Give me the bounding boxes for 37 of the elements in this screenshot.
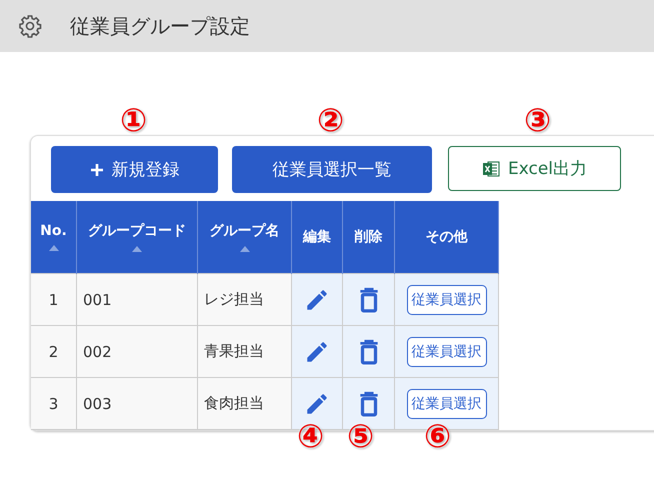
- trash-icon[interactable]: [358, 286, 380, 312]
- sort-icon: [240, 246, 250, 252]
- employee-select-button[interactable]: 従業員選択: [406, 336, 486, 366]
- excel-export-button[interactable]: Excel出力: [448, 146, 621, 191]
- column-header: 編集: [292, 201, 342, 274]
- callout-number: ②: [317, 104, 344, 136]
- spreadsheet-icon: [482, 160, 500, 178]
- column-header[interactable]: グループコード: [76, 201, 198, 274]
- toolbar-button[interactable]: 従業員選択一覧: [232, 146, 432, 193]
- callout-number: ③: [524, 104, 552, 136]
- table-cell: 003: [76, 378, 198, 430]
- table-cell: 2: [31, 326, 76, 378]
- sort-icon: [132, 246, 142, 252]
- table-cell: 食肉担当: [198, 378, 292, 430]
- employee-select-button[interactable]: 従業員選択: [406, 284, 486, 314]
- table-cell: 青果担当: [198, 326, 292, 378]
- column-header[interactable]: グループ名: [198, 201, 292, 274]
- toolbar-button[interactable]: 新規登録: [51, 146, 218, 193]
- page-title: 従業員グループ設定: [70, 12, 250, 40]
- sort-icon: [48, 245, 58, 251]
- table-cell: 001: [76, 274, 198, 326]
- column-header: 削除: [342, 201, 394, 274]
- trash-icon[interactable]: [358, 390, 380, 416]
- callout-number: ⑤: [347, 420, 374, 452]
- column-header: その他: [394, 201, 498, 274]
- table-cell: レジ担当: [198, 274, 292, 326]
- callout-number: ⑥: [424, 420, 452, 452]
- employee-select-button[interactable]: 従業員選択: [406, 388, 486, 418]
- settings-icon: [18, 14, 42, 38]
- plus-icon: [90, 162, 104, 176]
- table-cell: 1: [31, 274, 76, 326]
- column-header[interactable]: No.: [31, 201, 76, 274]
- table-cell: 3: [31, 378, 76, 430]
- trash-icon[interactable]: [358, 338, 380, 364]
- callout-number: ④: [297, 420, 324, 452]
- table-cell: 002: [76, 326, 198, 378]
- callout-number: ①: [120, 104, 148, 136]
